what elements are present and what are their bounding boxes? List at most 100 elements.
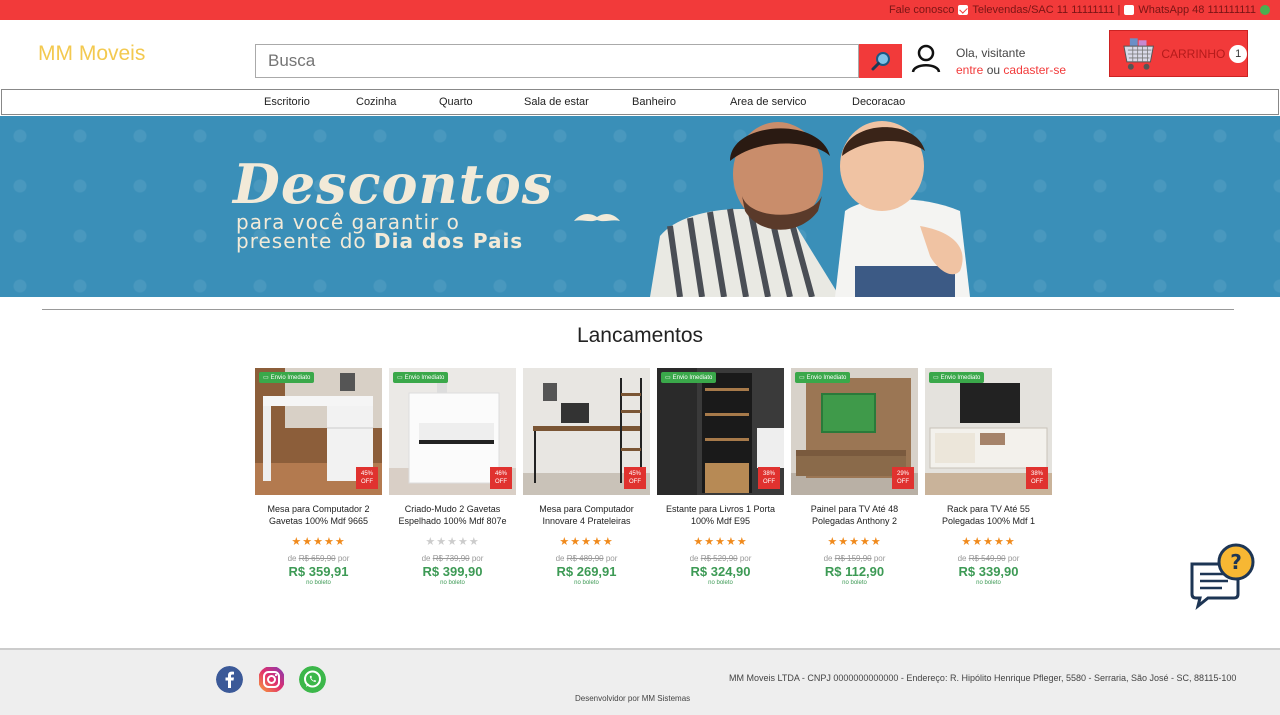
nav-item-quarto[interactable]: Quarto [439,96,473,108]
boleto-label: no boleto [842,580,867,586]
help-chat-icon[interactable]: ? [1188,542,1258,610]
contact-link[interactable]: Fale conosco [889,4,969,16]
old-price-value: R$ 159,90 [834,554,872,563]
site-header: MM Moveis Ola, visitante entre ou cadast… [0,20,1280,88]
star-icon: ★ [838,536,850,548]
old-price: de R$ 549,90 por [925,554,1052,563]
por-text: por [337,554,350,563]
nav-item-decoracao[interactable]: Decoracao [852,96,905,108]
star-icon: ★ [827,536,839,548]
cart-button[interactable]: CARRINHO 1 [1109,30,1248,77]
developer-credit: Desenvolvidor por MM Sistemas [575,694,691,703]
boleto-label: no boleto [708,580,733,586]
shipping-tag-label: Envio Imediato [270,374,311,381]
truck-icon: ▭ [799,375,805,381]
product-image[interactable]: ▭ Envio Imediato 46% OFF [389,368,516,495]
shipping-tag: ▭ Envio Imediato [795,372,851,383]
banner-subtitle-line2: presente do Dia dos Pais [236,229,523,253]
product-name[interactable]: Criado-Mudo 2 Gavetas Espelhado 100% Mdf… [389,503,516,527]
shipping-tag-label: Envio Imediato [404,374,445,381]
shipping-tag: ▭ Envio Imediato [259,372,315,383]
product-card[interactable]: ▭ Envio Imediato 38% OFF Estante para Livr… [657,368,784,586]
shipping-tag-label: Envio Imediato [806,374,847,381]
product-image[interactable]: 45% OFF [523,368,650,495]
discount-off: OFF [360,479,373,485]
nav-item-sala-de-estar[interactable]: Sala de estar [524,96,589,108]
user-icon[interactable] [910,42,942,74]
or-text: ou [986,63,1001,77]
product-image[interactable]: ▭ Envio Imediato 29% OFF [791,368,918,495]
star-icon: ★ [870,536,882,548]
whatsapp-social-icon[interactable] [299,666,326,693]
product-name[interactable]: Estante para Livros 1 Porta 100% Mdf E95 [657,503,784,527]
truck-icon: ▭ [665,375,671,381]
star-icon: ★ [725,536,737,548]
phone-label: Televendas/SAC 11 11111111 | [972,4,1121,16]
product-name[interactable]: Rack para TV Até 55 Polegadas 100% Mdf 1 [925,503,1052,527]
nav-item-banheiro[interactable]: Banheiro [632,96,676,108]
login-link[interactable]: entre [956,63,983,77]
star-icon: ★ [602,536,614,548]
nav-item-cozinha[interactable]: Cozinha [356,96,396,108]
product-price: R$ 399,90 [422,564,483,579]
de-text: de [957,554,967,563]
banner-subtitle-bold: Dia dos Pais [373,229,524,253]
star-icon: ★ [736,536,748,548]
discount-value: 38% [762,471,775,477]
banner-subtitle-prefix: presente do [236,229,374,253]
de-text: de [689,554,699,563]
old-price-value: R$ 739,90 [432,554,470,563]
search-box [255,44,859,78]
star-icon: ★ [559,536,571,548]
old-price-value: R$ 529,90 [700,554,738,563]
mustache-icon [574,213,620,222]
nav-item-area-de-servico[interactable]: Area de servico [730,96,806,108]
product-name[interactable]: Painel para TV Até 48 Polegadas Anthony … [791,503,918,527]
product-card[interactable]: ▭ Envio Imediato 45% OFF Mesa para Computa… [255,368,382,586]
de-text: de [421,554,431,563]
search-icon [871,52,890,71]
star-icon: ★ [468,536,480,548]
product-card[interactable]: ▭ Envio Imediato 46% OFF Criado-Mudo 2 Gav… [389,368,516,586]
star-icon: ★ [313,536,324,548]
search-input[interactable] [256,45,858,77]
rating-stars: ★★★★★ [925,535,1052,548]
star-icon: ★ [693,536,705,548]
rating-stars: ★★★★★ [657,535,784,548]
discount-off: OFF [896,479,909,485]
product-card[interactable]: ▭ Envio Imediato 38% OFF Rack para TV Até … [925,368,1052,586]
product-card[interactable]: ▭ Envio Imediato 29% OFF Painel para TV At… [791,368,918,586]
star-icon: ★ [961,536,973,548]
boleto-label: no boleto [976,580,1001,586]
signup-link[interactable]: cadaster-se [1003,63,1066,77]
banner-pattern [0,116,1280,297]
product-image[interactable]: ▭ Envio Imediato 38% OFF [925,368,1052,495]
discount-value: 38% [1030,471,1043,477]
search-button[interactable] [859,44,902,78]
por-text: por [739,554,752,563]
nav-item-escritorio[interactable]: Escritorio [264,96,310,108]
cart-count-badge: 1 [1229,44,1247,63]
discount-badge: 29% OFF [892,467,914,489]
discount-value: 45% [360,471,373,477]
star-icon: ★ [334,536,346,548]
old-price-value: R$ 659,90 [298,554,336,563]
facebook-icon[interactable] [216,666,243,693]
instagram-icon[interactable] [258,666,285,693]
promo-banner[interactable]: Descontos para você garantir o presente … [0,116,1280,297]
rating-stars: ★★★★★ [389,535,516,548]
discount-off: OFF [762,479,775,485]
site-logo[interactable]: MM Moveis [38,42,145,66]
star-icon: ★ [436,536,448,548]
product-image[interactable]: ▭ Envio Imediato 45% OFF [255,368,382,495]
star-icon: ★ [849,536,860,548]
product-name[interactable]: Mesa para Computador Innovare 4 Pratelei… [523,503,650,527]
product-name[interactable]: Mesa para Computador 2 Gavetas 100% Mdf … [255,503,382,527]
truck-icon: ▭ [263,375,269,381]
discount-badge: 38% OFF [758,467,780,489]
product-image[interactable]: ▭ Envio Imediato 38% OFF [657,368,784,495]
whatsapp-label: WhatsApp 48 111111111 [1138,4,1256,16]
product-card[interactable]: 45% OFF Mesa para Computador Innovare 4 P… [523,368,650,586]
star-icon: ★ [302,536,314,548]
whatsapp-link[interactable]: WhatsApp 48 111111111 [1138,4,1270,16]
